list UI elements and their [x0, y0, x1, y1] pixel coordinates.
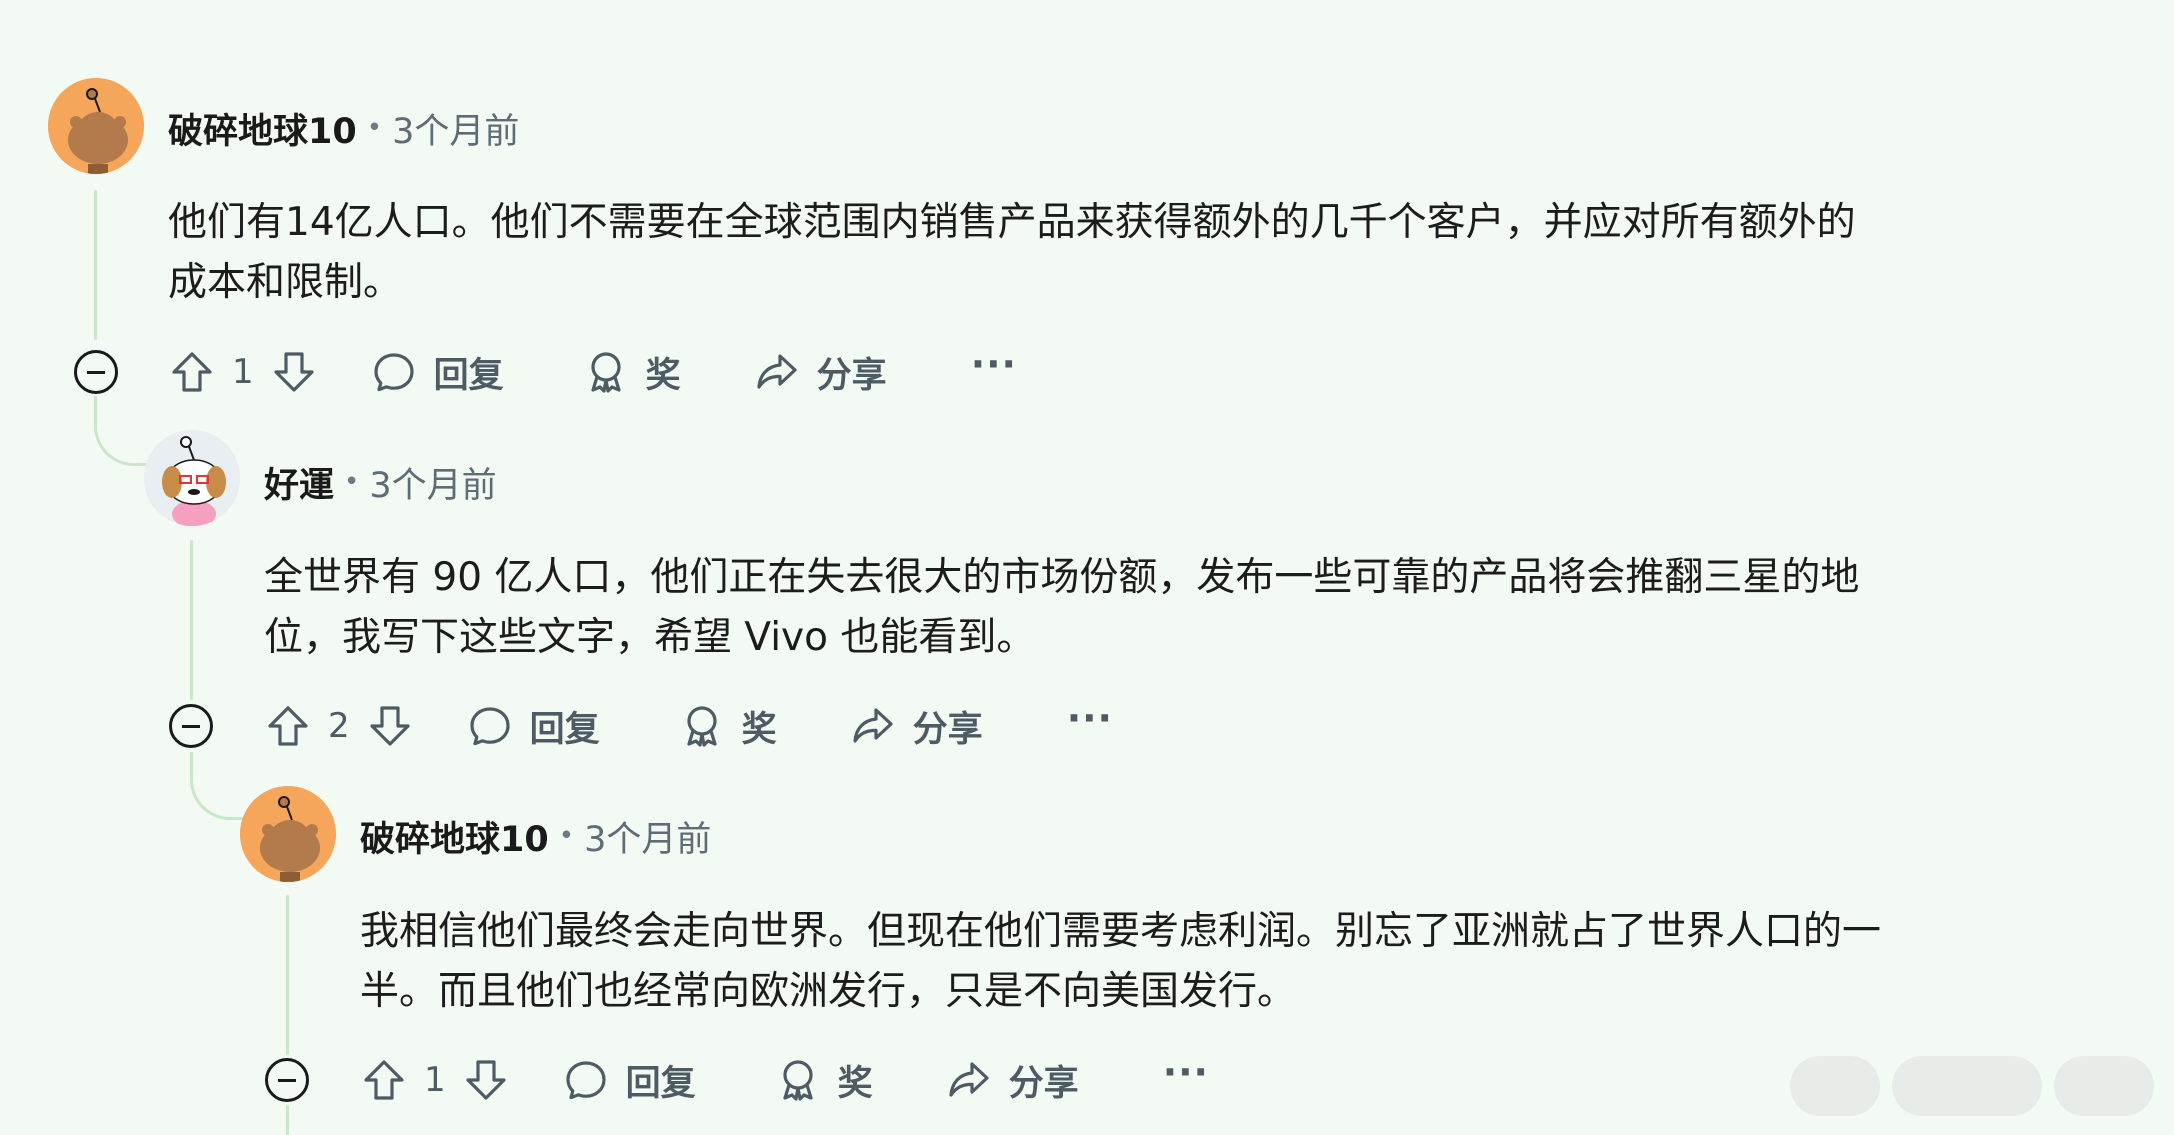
reply-button[interactable]: 回复 [370, 347, 504, 398]
snoo-avatar-icon [144, 430, 240, 526]
more-options-button[interactable]: ··· [1163, 1053, 1209, 1091]
comment-body-line: 全世界有 90 亿人口，他们正在失去很大的市场份额，发布一些可靠的产品将会推翻三… [264, 555, 1860, 600]
comment-header: 破碎地球10 • 3个月前 [360, 811, 711, 861]
collapse-icon [182, 724, 200, 728]
comment-body-line: 成本和限制。 [168, 260, 403, 305]
comment-actions: 1 回复 奖 分享 ··· [168, 342, 1017, 402]
avatar[interactable] [144, 430, 240, 526]
vote-count: 2 [328, 706, 350, 746]
downvote-icon [466, 1060, 506, 1100]
comment-body-line: 他们有14亿人口。他们不需要在全球范围内销售产品来获得额外的几千个客户，并应对所… [168, 200, 1856, 245]
share-button[interactable]: 分享 [753, 347, 887, 398]
upvote-icon [172, 352, 212, 392]
thread-line-2 [190, 540, 193, 700]
collapse-button[interactable] [74, 350, 118, 394]
timestamp[interactable]: 3个月前 [392, 103, 519, 154]
reply-button[interactable]: 回复 [562, 1055, 696, 1106]
separator-dot: • [344, 467, 360, 497]
award-icon [687, 706, 717, 747]
comment-body: 全世界有 90 亿人口，他们正在失去很大的市场份额，发布一些可靠的产品将会推翻三… [264, 548, 2074, 668]
upvote-icon [364, 1060, 404, 1100]
collapse-icon [87, 370, 105, 374]
comment-body: 他们有14亿人口。他们不需要在全球范围内销售产品来获得额外的几千个客户，并应对所… [168, 193, 1978, 313]
snoo-avatar-icon [240, 786, 336, 882]
collapse-icon [278, 1078, 296, 1082]
timestamp[interactable]: 3个月前 [369, 457, 496, 508]
share-label: 分享 [816, 355, 887, 396]
downvote-icon [274, 352, 314, 392]
watermark-shape [1790, 1056, 1880, 1116]
comment-header: 好運 • 3个月前 [264, 457, 497, 507]
watermark [1790, 1050, 2170, 1122]
more-options-button[interactable]: ··· [1067, 699, 1113, 737]
award-label: 奖 [645, 355, 681, 396]
upvote-icon [268, 706, 308, 746]
comment-actions: 1 回复 奖 分享 ··· [360, 1050, 1209, 1110]
timestamp[interactable]: 3个月前 [584, 811, 711, 862]
watermark-shape [1892, 1056, 2042, 1116]
thread-line-1 [94, 190, 97, 340]
reply-button[interactable]: 回复 [466, 701, 600, 752]
comment-actions: 2 回复 奖 分享 ··· [264, 696, 1113, 756]
share-icon [949, 1062, 989, 1097]
award-button[interactable]: 奖 [582, 347, 681, 398]
watermark-shape [2054, 1056, 2154, 1116]
author-name[interactable]: 好運 [264, 457, 334, 508]
downvote-button[interactable] [270, 348, 318, 396]
reply-label: 回复 [529, 709, 600, 750]
share-button[interactable]: 分享 [849, 701, 983, 752]
upvote-button[interactable] [264, 702, 312, 750]
award-label: 奖 [837, 1063, 873, 1104]
avatar[interactable] [240, 786, 336, 882]
collapse-button[interactable] [169, 704, 213, 748]
reply-label: 回复 [625, 1063, 696, 1104]
upvote-button[interactable] [168, 348, 216, 396]
reply-icon [566, 1061, 606, 1100]
avatar[interactable] [48, 78, 144, 174]
vote-count: 1 [424, 1060, 446, 1100]
share-icon [757, 354, 797, 389]
reply-icon [470, 707, 510, 746]
separator-dot: • [366, 113, 383, 143]
award-label: 奖 [741, 709, 777, 750]
thread-curve-2 [190, 752, 246, 820]
snoo-avatar-icon [48, 78, 144, 174]
upvote-button[interactable] [360, 1056, 408, 1104]
collapse-button[interactable] [265, 1058, 309, 1102]
award-button[interactable]: 奖 [774, 1055, 873, 1106]
share-icon [853, 708, 893, 743]
thread-curve-1 [94, 396, 154, 466]
award-button[interactable]: 奖 [678, 701, 777, 752]
downvote-button[interactable] [462, 1056, 510, 1104]
vote-count: 1 [232, 352, 254, 392]
author-name[interactable]: 破碎地球10 [168, 103, 357, 154]
comment-body-line: 半。而且他们也经常向欧洲发行，只是不向美国发行。 [360, 969, 1297, 1014]
comment-body-line: 位，我写下这些文字，希望 Vivo 也能看到。 [264, 615, 1036, 660]
share-button[interactable]: 分享 [945, 1055, 1079, 1106]
more-options-button[interactable]: ··· [971, 345, 1017, 383]
comment-header: 破碎地球10 • 3个月前 [168, 103, 519, 153]
award-icon [783, 1060, 813, 1101]
downvote-button[interactable] [366, 702, 414, 750]
thread-line-3 [286, 895, 289, 1055]
share-label: 分享 [1008, 1063, 1079, 1104]
share-label: 分享 [912, 709, 983, 750]
comment-body-line: 我相信他们最终会走向世界。但现在他们需要考虑利润。别忘了亚洲就占了世界人口的一 [360, 909, 1882, 954]
reply-label: 回复 [433, 355, 504, 396]
comment-body: 我相信他们最终会走向世界。但现在他们需要考虑利润。别忘了亚洲就占了世界人口的一 … [360, 902, 2170, 1022]
author-name[interactable]: 破碎地球10 [360, 811, 549, 862]
award-icon [591, 352, 621, 393]
reply-icon [374, 353, 414, 392]
separator-dot: • [558, 821, 575, 851]
downvote-icon [370, 706, 410, 746]
